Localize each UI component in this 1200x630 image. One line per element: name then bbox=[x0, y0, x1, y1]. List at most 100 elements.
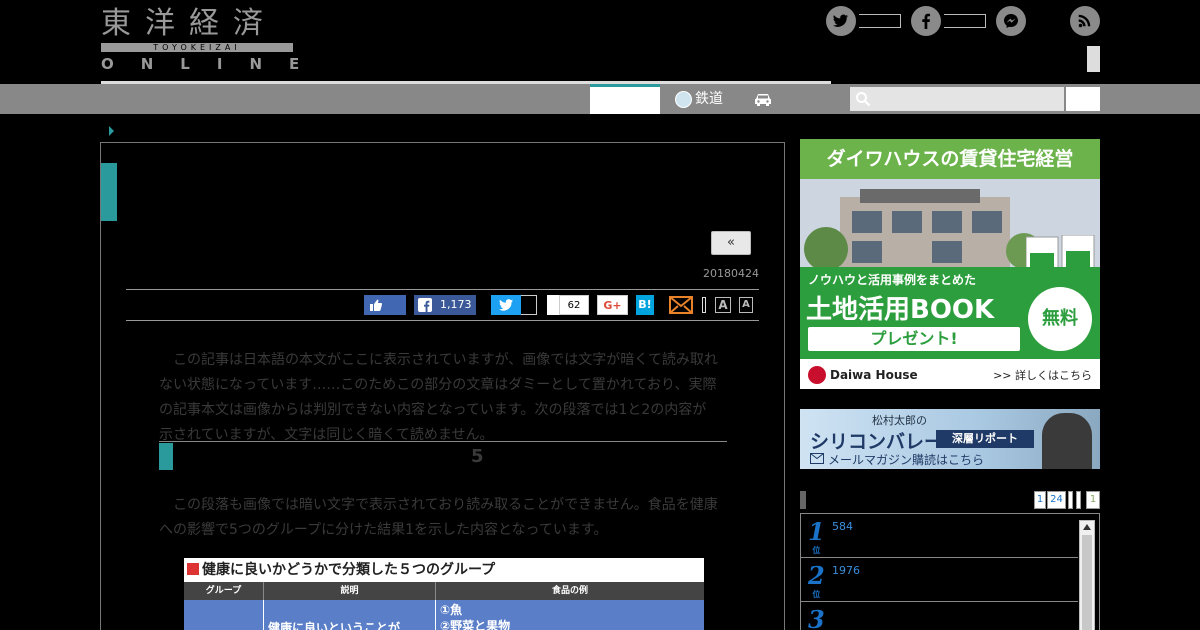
ranking-scrollbar[interactable] bbox=[1079, 520, 1095, 630]
ad-free-badge: 無料 bbox=[1028, 287, 1092, 351]
facebook-icon bbox=[418, 298, 432, 312]
list-item[interactable]: 3位 bbox=[801, 602, 1078, 630]
pocket-button[interactable] bbox=[547, 295, 559, 315]
rank-number: 3位 bbox=[808, 606, 825, 630]
prev-page-button[interactable]: « bbox=[711, 231, 751, 255]
logo-romaji-bar: TOYOKEIZAI bbox=[101, 43, 293, 52]
daiwa-logo-text: Daiwa House bbox=[830, 368, 918, 382]
table-header-group: グループ bbox=[184, 582, 264, 600]
daiwa-house-ad[interactable]: ダイワハウスの賃貸住宅経営 ノウハウと活用事例をまとめた 土地活用BOOK プレ… bbox=[800, 139, 1100, 389]
facebook-count-box bbox=[944, 14, 986, 28]
table-cell-examples: ①魚 ②野菜と果物 bbox=[436, 600, 704, 630]
train-icon bbox=[675, 90, 692, 108]
facebook-icon bbox=[911, 6, 941, 36]
logo-online: ONLINE bbox=[101, 55, 327, 73]
section-heading: 5 bbox=[183, 446, 502, 467]
red-square-icon bbox=[187, 563, 199, 575]
ad2-author: 松村太郎の bbox=[872, 414, 927, 427]
daiwa-house-logo: Daiwa House bbox=[808, 366, 918, 384]
facebook-share-button[interactable]: 1,173 bbox=[414, 295, 476, 315]
table-cell-group bbox=[184, 600, 264, 630]
list-item[interactable]: 2位 1976 bbox=[801, 558, 1078, 602]
hatena-bookmark-button[interactable]: B! bbox=[636, 295, 654, 315]
ad2-tag: 深層リポート bbox=[936, 430, 1034, 448]
car-icon[interactable] bbox=[752, 91, 774, 107]
ad-main-title: 土地活用BOOK bbox=[806, 295, 995, 325]
silicon-valley-newsletter-ad[interactable]: 松村太郎の シリコンバレー 深層リポート メールマガジン購読はこちら bbox=[800, 409, 1100, 469]
table-example-2: ②野菜と果物 bbox=[440, 619, 511, 630]
share-rule-top bbox=[126, 289, 759, 290]
article-date: 20180424 bbox=[703, 267, 759, 280]
nav-tab-active[interactable] bbox=[590, 84, 660, 114]
share-rule-bottom bbox=[126, 320, 759, 321]
google-plus-button[interactable]: G+ bbox=[597, 295, 628, 315]
ad-present-button[interactable]: プレゼント! bbox=[808, 327, 1020, 351]
scroll-up-arrow-icon[interactable] bbox=[1083, 524, 1091, 530]
font-size-small-button[interactable]: A bbox=[739, 297, 753, 313]
ranking-list: 1位 584 2位 1976 3位 bbox=[800, 513, 1100, 630]
table-title: 健康に良いかどうかで分類した５つのグループ bbox=[184, 558, 704, 582]
mail-icon[interactable] bbox=[669, 296, 693, 314]
ad2-author-photo bbox=[1042, 413, 1092, 469]
search-icon bbox=[856, 92, 871, 107]
twitter-count-box bbox=[859, 14, 901, 28]
ranking-tab-3[interactable] bbox=[1068, 491, 1073, 509]
envelope-icon bbox=[810, 453, 824, 464]
rank-digit: 2 bbox=[808, 561, 825, 590]
section-heading-rule bbox=[159, 441, 727, 442]
rss-icon-circle bbox=[1070, 6, 1100, 36]
ad2-title: シリコンバレー bbox=[810, 431, 944, 453]
table-row: 健康に良いということが ①魚 ②野菜と果物 bbox=[184, 600, 704, 630]
ad-footer: Daiwa House >> 詳しくはこちら bbox=[800, 359, 1100, 389]
header-menu-box[interactable] bbox=[1087, 46, 1100, 72]
rank-value: 1976 bbox=[832, 564, 860, 577]
article-title-marker bbox=[101, 163, 117, 221]
article-paragraph-1: この記事は日本語の本文がここに表示されていますが、画像では文字が暗くて読み取れな… bbox=[159, 352, 718, 443]
daiwa-logo-icon bbox=[808, 366, 826, 384]
rank-digit: 1 bbox=[808, 517, 825, 546]
ad-more-link[interactable]: >> 詳しくはこちら bbox=[993, 367, 1092, 383]
table-header: グループ 説明 食品の例 bbox=[184, 582, 704, 600]
twitter-share-button[interactable] bbox=[491, 295, 521, 315]
rank-number: 2位 bbox=[808, 561, 825, 599]
logo-romaji: TOYOKEIZAI bbox=[153, 43, 241, 52]
ranking-tab-4[interactable] bbox=[1076, 491, 1081, 509]
search-button[interactable] bbox=[1066, 87, 1100, 111]
ad2-subscribe-text: メールマガジン購読はこちら bbox=[828, 453, 985, 467]
list-item[interactable]: 1位 584 bbox=[801, 514, 1078, 558]
breadcrumb-arrow-icon[interactable] bbox=[109, 126, 114, 136]
font-size-large-button[interactable]: A bbox=[715, 297, 731, 313]
pocket-count: 62 bbox=[559, 295, 589, 315]
rank-number: 1位 bbox=[808, 517, 825, 555]
rank-digit: 3 bbox=[808, 605, 825, 630]
scroll-thumb[interactable] bbox=[1082, 535, 1092, 630]
twitter-icon bbox=[826, 6, 856, 36]
food-group-table-image: 健康に良いかどうかで分類した５つのグループ グループ 説明 食品の例 健康に良い… bbox=[184, 558, 704, 630]
nav-tab-rail-label: 鉄道 bbox=[695, 91, 723, 107]
table-title-text: 健康に良いかどうかで分類した５つのグループ bbox=[202, 562, 496, 578]
table-example-1: ①魚 bbox=[440, 603, 463, 617]
ad-headline: ダイワハウスの賃貸住宅経営 bbox=[800, 139, 1100, 179]
article-container: « 20180424 1,173 62 G+ B! A A この記事は日本語の本… bbox=[100, 142, 785, 630]
logo-kanji: 東洋経済 bbox=[101, 6, 277, 41]
rank-value: 584 bbox=[832, 520, 853, 533]
thumbs-up-icon bbox=[370, 299, 383, 311]
table-header-examples: 食品の例 bbox=[551, 586, 588, 596]
nav-tab-rail[interactable]: 鉄道 bbox=[675, 84, 723, 114]
twitter-bird-icon bbox=[499, 299, 513, 311]
facebook-like-button[interactable] bbox=[364, 295, 406, 315]
messenger-icon[interactable] bbox=[996, 6, 1026, 36]
table-header-desc: 説明 bbox=[264, 582, 436, 600]
ranking-tab-24[interactable]: 24 bbox=[1047, 491, 1066, 509]
ranking-tab-5[interactable]: 1 bbox=[1086, 491, 1100, 509]
ranking-tab-1[interactable]: 1 bbox=[1034, 491, 1046, 509]
messenger-icon-circle bbox=[996, 6, 1026, 36]
search-input[interactable] bbox=[850, 87, 1064, 111]
site-logo[interactable]: 東洋経済 TOYOKEIZAI ONLINE bbox=[101, 6, 327, 73]
ad-subheadline: ノウハウと活用事例をまとめた bbox=[808, 273, 977, 287]
rss-icon[interactable] bbox=[1070, 6, 1100, 36]
print-button[interactable] bbox=[702, 297, 706, 313]
twitter-count-box bbox=[521, 295, 537, 315]
table-cell-desc: 健康に良いということが bbox=[264, 600, 436, 630]
facebook-share-count: 1,173 bbox=[440, 298, 472, 311]
